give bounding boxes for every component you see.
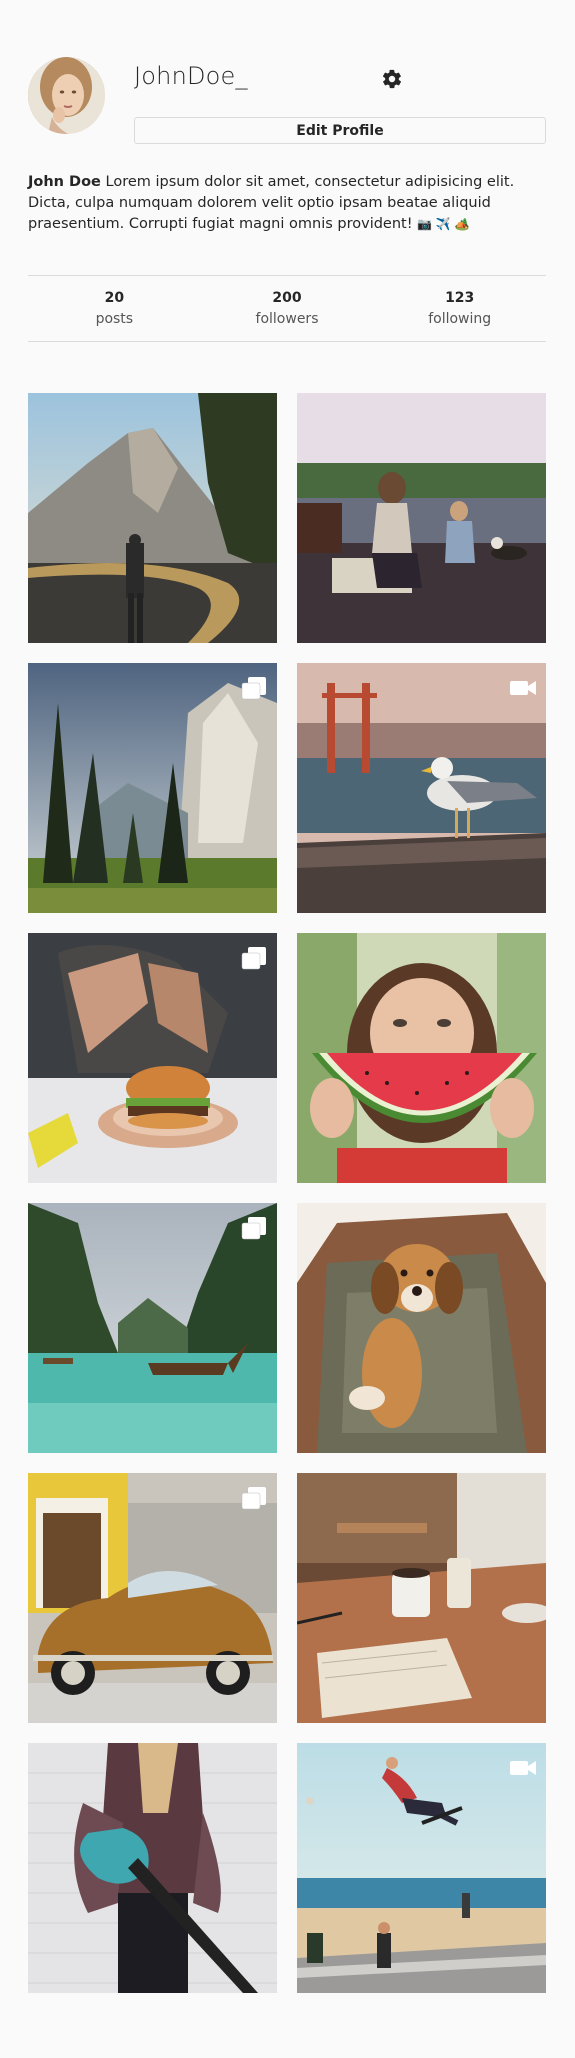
post-grid <box>28 393 548 1993</box>
avatar[interactable] <box>28 57 105 134</box>
stat-count: 123 <box>445 290 475 306</box>
multiple-images-icon <box>240 945 268 971</box>
mountain-road-photo <box>28 393 277 643</box>
post-tile[interactable] <box>297 663 546 913</box>
post-tile[interactable] <box>28 1473 277 1723</box>
divider-bottom <box>28 341 546 342</box>
puppy-backpack-photo <box>297 1203 546 1453</box>
guitar-photo <box>28 1743 277 1993</box>
video-icon <box>509 675 537 701</box>
bio-emojis: 📷 ✈️ 🏕️ <box>417 217 470 231</box>
post-tile[interactable] <box>297 393 546 643</box>
gear-icon[interactable] <box>381 68 403 90</box>
post-tile[interactable] <box>297 1743 546 1993</box>
stat-count: 20 <box>104 290 125 306</box>
coffee-notebook-photo <box>297 1473 546 1723</box>
stat-posts[interactable]: 20 posts <box>28 276 201 341</box>
multiple-images-icon <box>240 1215 268 1241</box>
post-tile[interactable] <box>28 1743 277 1993</box>
stat-label: following <box>428 311 492 327</box>
bio-name: John Doe <box>28 174 101 190</box>
post-tile[interactable] <box>28 1203 277 1453</box>
stat-label: followers <box>255 311 319 327</box>
stat-following[interactable]: 123 following <box>373 276 546 341</box>
lake-family-photo <box>297 393 546 643</box>
avatar-portrait <box>28 57 105 134</box>
post-tile[interactable] <box>28 933 277 1183</box>
post-tile[interactable] <box>28 393 277 643</box>
stats-bar: 20 posts 200 followers 123 following <box>28 276 546 341</box>
post-tile[interactable] <box>28 663 277 913</box>
stat-label: posts <box>95 311 134 327</box>
post-tile[interactable] <box>297 1203 546 1453</box>
multiple-images-icon <box>240 1485 268 1511</box>
video-icon <box>509 1755 537 1781</box>
post-tile[interactable] <box>297 1473 546 1723</box>
multiple-images-icon <box>240 675 268 701</box>
stat-count: 200 <box>272 290 302 306</box>
bio: John Doe Lorem ipsum dolor sit amet, con… <box>28 172 550 235</box>
profile-page: JohnDoe_ Edit Profile John Doe Lorem ips… <box>0 0 575 2058</box>
edit-profile-button[interactable]: Edit Profile <box>134 117 546 144</box>
stat-followers[interactable]: 200 followers <box>201 276 374 341</box>
username: JohnDoe_ <box>134 62 248 90</box>
post-tile[interactable] <box>297 933 546 1183</box>
watermelon-photo <box>297 933 546 1183</box>
